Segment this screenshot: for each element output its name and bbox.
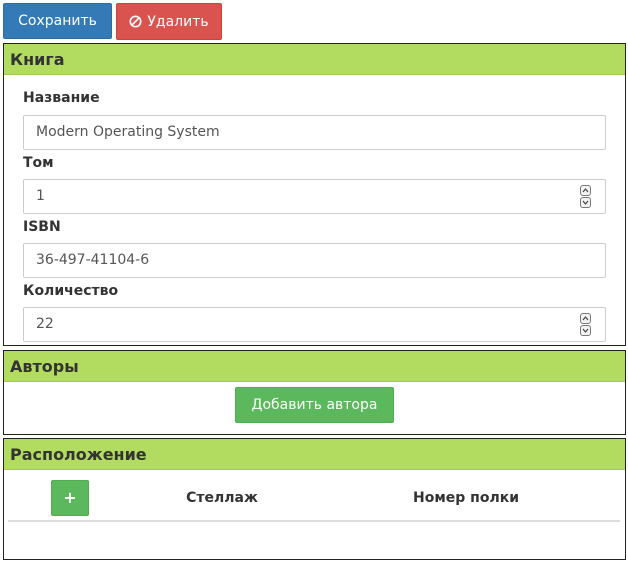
volume-spinner[interactable]	[580, 185, 591, 209]
location-panel: Расположение + Стеллаж Номер полки	[3, 438, 626, 560]
location-table-header: + Стеллаж Номер полки	[8, 476, 620, 522]
save-button[interactable]: Сохранить	[3, 3, 112, 39]
shelf-number-column-header: Номер полки	[412, 490, 520, 506]
isbn-label: ISBN	[23, 219, 61, 235]
authors-body: Добавить автора	[4, 382, 625, 423]
quantity-increment-button[interactable]	[580, 313, 591, 324]
quantity-label: Количество	[23, 283, 119, 299]
toolbar: Сохранить Удалить	[3, 3, 222, 40]
volume-label: Том	[23, 155, 54, 171]
volume-value: 1	[36, 188, 45, 204]
book-panel-title: Книга	[4, 44, 625, 75]
chevron-down-icon	[582, 200, 589, 205]
delete-button[interactable]: Удалить	[116, 3, 222, 40]
chevron-down-icon	[582, 328, 589, 333]
authors-panel: Авторы Добавить автора	[3, 350, 626, 435]
book-form: Название Modern Operating System Том 1 I…	[4, 75, 625, 342]
ban-icon	[129, 15, 142, 28]
quantity-value: 22	[36, 316, 54, 332]
title-label: Название	[23, 90, 100, 106]
volume-input[interactable]: 1	[23, 179, 606, 214]
location-panel-title: Расположение	[4, 439, 625, 470]
book-panel: Книга Название Modern Operating System Т…	[3, 43, 626, 346]
add-location-cell: +	[8, 480, 132, 516]
authors-panel-title: Авторы	[4, 351, 625, 382]
quantity-decrement-button[interactable]	[580, 325, 591, 336]
add-author-button[interactable]: Добавить автора	[235, 387, 394, 423]
chevron-up-icon	[582, 188, 589, 193]
location-table: + Стеллаж Номер полки	[8, 476, 620, 522]
chevron-up-icon	[582, 316, 589, 321]
isbn-input[interactable]: 36-497-41104-6	[23, 243, 606, 278]
quantity-input[interactable]: 22	[23, 307, 606, 342]
volume-decrement-button[interactable]	[580, 197, 591, 208]
quantity-spinner[interactable]	[580, 313, 591, 337]
delete-button-label: Удалить	[147, 13, 209, 30]
add-location-button[interactable]: +	[51, 480, 89, 516]
volume-increment-button[interactable]	[580, 185, 591, 196]
rack-column-header: Стеллаж	[186, 490, 258, 506]
title-input[interactable]: Modern Operating System	[23, 115, 606, 150]
